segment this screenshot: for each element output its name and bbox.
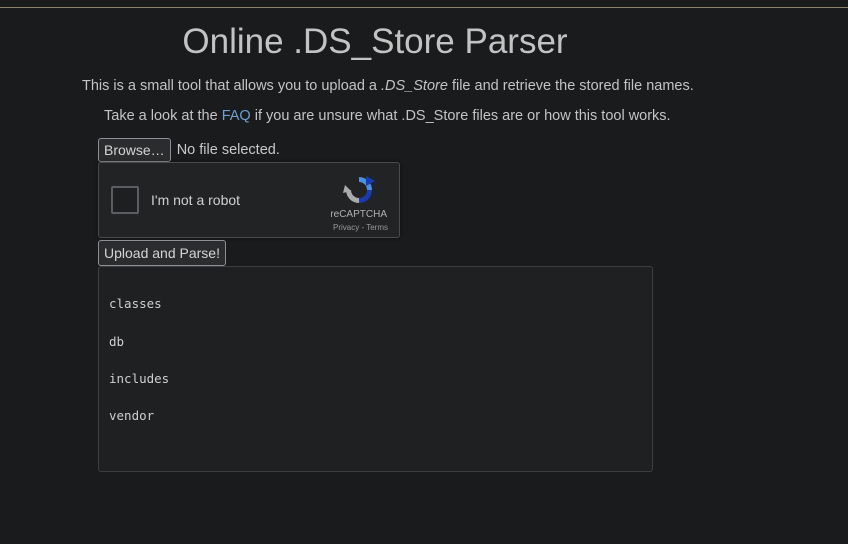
browse-button[interactable]: Browse… [98,138,171,162]
intro-before: This is a small tool that allows you to … [82,78,382,94]
recaptcha-terms-link[interactable]: Terms [366,223,388,232]
intro-filetype: .DS_Store [381,78,448,94]
recaptcha-links: Privacy - Terms [333,223,388,232]
result-entry: db [109,334,125,349]
faq-after: if you are unsure what .DS_Store files a… [250,108,671,124]
page-title: Online .DS_Store Parser [182,22,568,61]
result-entry: vendor [109,408,155,423]
recaptcha-widget: I'm not a robot reCAPTCHA Privacy - Term… [98,162,400,238]
recaptcha-logo-icon [342,173,376,212]
result-entry: classes [109,296,162,311]
results-box: classes db includes vendor [98,266,653,472]
intro-after: file and retrieve the stored file names. [447,78,694,94]
file-input: Browse… No file selected. [98,138,280,162]
top-divider [0,7,848,8]
faq-before: Take a look at the [104,108,222,124]
recaptcha-brand: reCAPTCHA [330,209,387,220]
intro-text: This is a small tool that allows you to … [82,78,694,94]
recaptcha-checkbox[interactable] [111,186,139,214]
faq-link[interactable]: FAQ [222,108,251,124]
faq-text: Take a look at the FAQ if you are unsure… [104,108,671,124]
result-entry: includes [109,371,170,386]
upload-parse-button[interactable]: Upload and Parse! [98,240,226,266]
recaptcha-label: I'm not a robot [151,192,241,208]
file-status: No file selected. [176,142,280,158]
page: Online .DS_Store Parser This is a small … [0,0,848,544]
recaptcha-privacy-link[interactable]: Privacy [333,223,359,232]
